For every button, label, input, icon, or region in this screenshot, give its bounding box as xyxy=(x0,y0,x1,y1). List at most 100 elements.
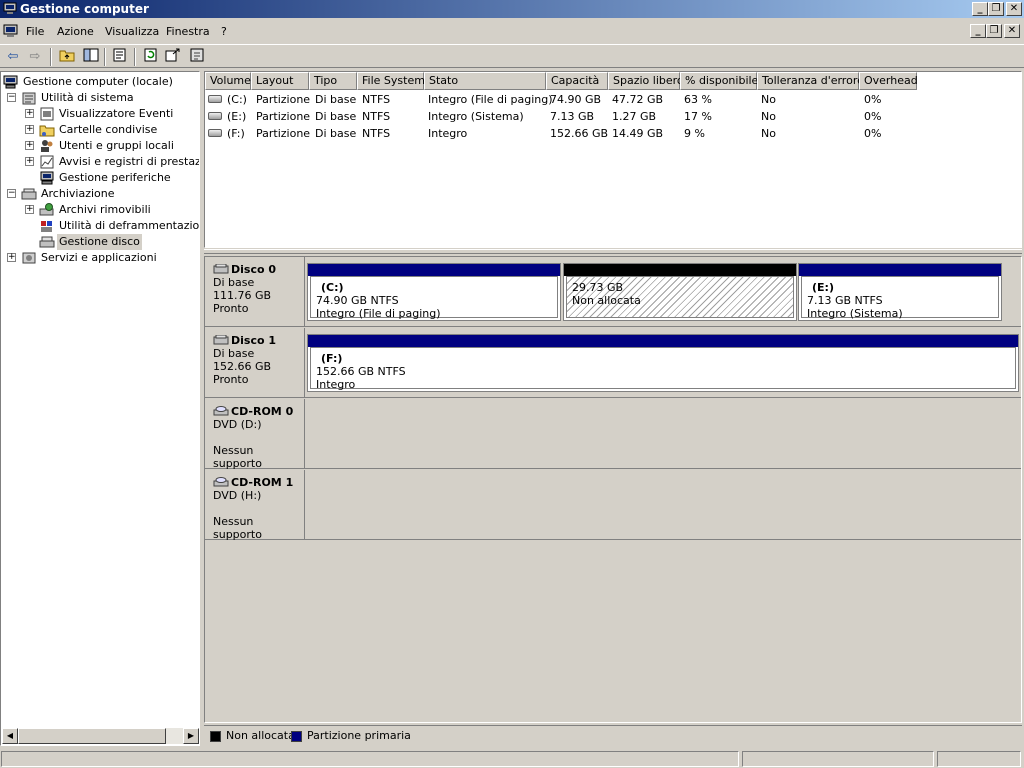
performance-icon xyxy=(40,155,54,169)
col-filesystem[interactable]: File System xyxy=(357,72,425,90)
partition-f[interactable]: (F:) 152.66 GB NTFS Integro xyxy=(307,334,1019,392)
cell-tipo: Di base xyxy=(315,110,357,123)
partition-unallocated[interactable]: 29.73 GB Non allocata xyxy=(563,263,797,321)
disk-name-label: CD-ROM 1 xyxy=(231,476,294,489)
expand-icon[interactable]: + xyxy=(25,157,34,166)
scroll-left-icon[interactable]: ◀ xyxy=(2,728,18,744)
disk-info: Disco 0 Di base 111.76 GB Pronto xyxy=(205,257,305,327)
cdrom-row[interactable]: CD-ROM 1 DVD (H:) Nessun supporto xyxy=(205,470,1021,541)
cell-tipo: Di base xyxy=(315,127,357,140)
toolbar-separator xyxy=(134,48,136,66)
primary-partition-bar xyxy=(308,335,1018,347)
window-title: Gestione computer xyxy=(20,2,149,16)
expand-icon[interactable]: + xyxy=(25,205,34,214)
tree-disk-management-label: Gestione disco xyxy=(57,234,142,250)
disk-type: DVD (H:) xyxy=(213,489,262,502)
cell-layout: Partizione xyxy=(256,93,311,106)
status-panel xyxy=(742,751,934,767)
partition-c[interactable]: (C:) 74.90 GB NTFS Integro (File di pagi… xyxy=(307,263,561,321)
col-tolleranza[interactable]: Tolleranza d'errore xyxy=(757,72,864,90)
expand-icon[interactable]: + xyxy=(25,125,34,134)
mdi-close-icon[interactable]: ✕ xyxy=(1004,24,1020,38)
cell-stato: Integro (Sistema) xyxy=(428,110,524,123)
volume-list: Volume Layout Tipo File System Stato Cap… xyxy=(204,71,1022,248)
computer-management-icon xyxy=(3,2,17,14)
computer-icon xyxy=(3,75,18,89)
cell-volume: (E:) xyxy=(227,110,247,123)
volume-disk-icon xyxy=(208,112,222,120)
properties-icon[interactable] xyxy=(111,48,129,65)
document-window-icon[interactable] xyxy=(3,24,19,38)
cell-layout: Partizione xyxy=(256,110,311,123)
col-volume[interactable]: Volume xyxy=(205,72,251,90)
cell-stato: Integro (File di paging) xyxy=(428,93,553,106)
volume-row[interactable]: (E:) Partizione Di base NTFS Integro (Si… xyxy=(205,108,1021,125)
cell-spazio: 1.27 GB xyxy=(612,110,657,123)
scroll-thumb[interactable] xyxy=(18,728,166,744)
cdrom-icon xyxy=(213,406,229,416)
partition-status: Non allocata xyxy=(572,294,641,307)
expand-icon[interactable]: + xyxy=(7,253,16,262)
menu-visualizza[interactable]: Visualizza xyxy=(105,25,159,38)
col-capacita[interactable]: Capacità xyxy=(546,72,608,90)
cell-capacita: 74.90 GB xyxy=(550,93,602,106)
menu-file[interactable]: File xyxy=(26,25,44,38)
cdrom-icon xyxy=(213,477,229,487)
col-overhead[interactable]: Overhead xyxy=(859,72,918,90)
menu-help[interactable]: ? xyxy=(221,25,227,38)
cell-perc: 9 % xyxy=(684,127,705,140)
disk-row[interactable]: Disco 0 Di base 111.76 GB Pronto (C:) 74… xyxy=(205,257,1021,327)
tree-removable-storage-label: Archivi rimovibili xyxy=(59,203,151,216)
partition-e[interactable]: (E:) 7.13 GB NTFS Integro (Sistema) xyxy=(798,263,1002,321)
cell-tolleranza: No xyxy=(761,127,776,140)
disk-info: CD-ROM 0 DVD (D:) Nessun supporto xyxy=(205,399,305,470)
disk-name-label: CD-ROM 0 xyxy=(231,405,294,418)
users-icon xyxy=(41,140,53,152)
cell-stato: Integro xyxy=(428,127,468,140)
partition-status: Integro xyxy=(316,378,356,391)
disk-row[interactable]: Disco 1 Di base 152.66 GB Pronto (F:) 15… xyxy=(205,328,1021,398)
forward-icon[interactable]: ⇨ xyxy=(26,48,44,65)
scroll-right-icon[interactable]: ▶ xyxy=(183,728,199,744)
expand-icon[interactable]: + xyxy=(25,109,34,118)
cell-volume: (C:) xyxy=(227,93,247,106)
partition-size: 74.90 GB NTFS xyxy=(316,294,399,307)
back-icon[interactable]: ⇦ xyxy=(4,48,22,65)
partition-size: 7.13 GB NTFS xyxy=(807,294,883,307)
pane-splitter[interactable] xyxy=(204,249,1022,254)
mdi-restore-icon[interactable]: ❐ xyxy=(986,24,1002,38)
mdi-minimize-icon[interactable]: _ xyxy=(970,24,986,38)
cell-tolleranza: No xyxy=(761,93,776,106)
cell-capacita: 7.13 GB xyxy=(550,110,595,123)
cdrom-row[interactable]: CD-ROM 0 DVD (D:) Nessun supporto xyxy=(205,399,1021,470)
volume-row[interactable]: (C:) Partizione Di base NTFS Integro (Fi… xyxy=(205,91,1021,108)
menu-finestra[interactable]: Finestra xyxy=(166,25,210,38)
tree-horizontal-scrollbar[interactable]: ◀ ▶ xyxy=(2,728,199,744)
collapse-icon[interactable]: − xyxy=(7,189,16,198)
col-tipo[interactable]: Tipo xyxy=(309,72,357,90)
export-icon[interactable] xyxy=(164,48,182,65)
col-stato[interactable]: Stato xyxy=(424,72,546,90)
restore-icon[interactable]: ❐ xyxy=(988,2,1004,16)
col-layout[interactable]: Layout xyxy=(251,72,309,90)
disk-type: DVD (D:) xyxy=(213,418,262,431)
col-disponibile[interactable]: % disponibile xyxy=(680,72,758,90)
volume-row[interactable]: (F:) Partizione Di base NTFS Integro 152… xyxy=(205,125,1021,142)
help-icon[interactable] xyxy=(188,48,206,65)
menu-azione[interactable]: Azione xyxy=(57,25,94,38)
expand-icon[interactable]: + xyxy=(25,141,34,150)
col-spazio-libero[interactable]: Spazio libero xyxy=(608,72,684,90)
console-tree: Gestione computer (locale) − Utilità di … xyxy=(0,71,200,746)
refresh-icon[interactable] xyxy=(142,48,160,65)
cell-capacita: 152.66 GB xyxy=(550,127,609,140)
minimize-icon[interactable]: _ xyxy=(972,2,988,16)
show-tree-icon[interactable] xyxy=(82,48,100,65)
partition-body: 29.73 GB Non allocata xyxy=(566,276,794,318)
tree-services-label: Servizi e applicazioni xyxy=(41,251,157,264)
collapse-icon[interactable]: − xyxy=(7,93,16,102)
cell-volume: (F:) xyxy=(227,127,245,140)
close-icon[interactable]: ✕ xyxy=(1006,2,1022,16)
disk-name: Disco 0 xyxy=(213,263,304,276)
disk-info: CD-ROM 1 DVD (H:) Nessun supporto xyxy=(205,470,305,541)
up-folder-icon[interactable] xyxy=(58,48,76,65)
